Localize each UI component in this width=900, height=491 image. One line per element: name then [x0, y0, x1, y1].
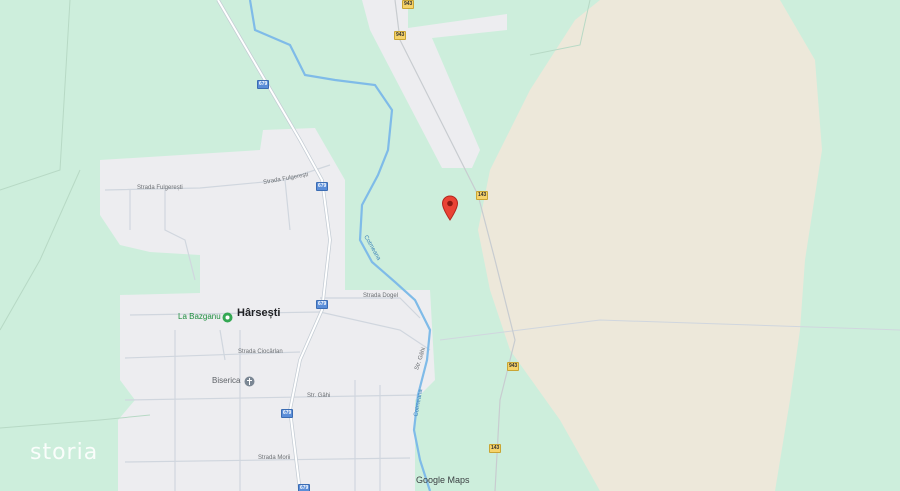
storia-watermark: storia [30, 440, 99, 465]
map-canvas[interactable]: 943 943 943 679 679 679 679 679 143 143 … [0, 0, 900, 491]
street-label: Strada Morii [258, 455, 291, 461]
road-shield-679: 679 [281, 409, 294, 418]
church-poi-icon[interactable] [244, 374, 255, 387]
place-name-harsesti[interactable]: Hârsești [237, 307, 280, 319]
park-poi-icon[interactable] [222, 310, 233, 323]
road-shield-143: 143 [489, 444, 502, 453]
map-base-layer [0, 0, 900, 491]
google-maps-attribution: Google Maps [416, 475, 470, 485]
road-shield-679: 679 [257, 80, 270, 89]
road-shield-679: 679 [316, 182, 329, 191]
poi-biserica-label[interactable]: Biserica [212, 376, 240, 385]
map-pin-icon[interactable] [441, 195, 459, 221]
street-label: Strada Fulgerești [137, 185, 183, 191]
road-shield-143: 143 [476, 191, 489, 200]
road-shield-943: 943 [394, 31, 407, 40]
road-shield-943: 943 [402, 0, 415, 9]
road-shield-679: 679 [316, 300, 329, 309]
road-shield-679: 679 [298, 484, 311, 491]
street-label: Strada Ciocârlan [238, 349, 283, 355]
street-label: Strada Dogel [363, 293, 399, 299]
street-label: Str. Gâhi [307, 393, 331, 399]
road-shield-943: 943 [507, 362, 520, 371]
